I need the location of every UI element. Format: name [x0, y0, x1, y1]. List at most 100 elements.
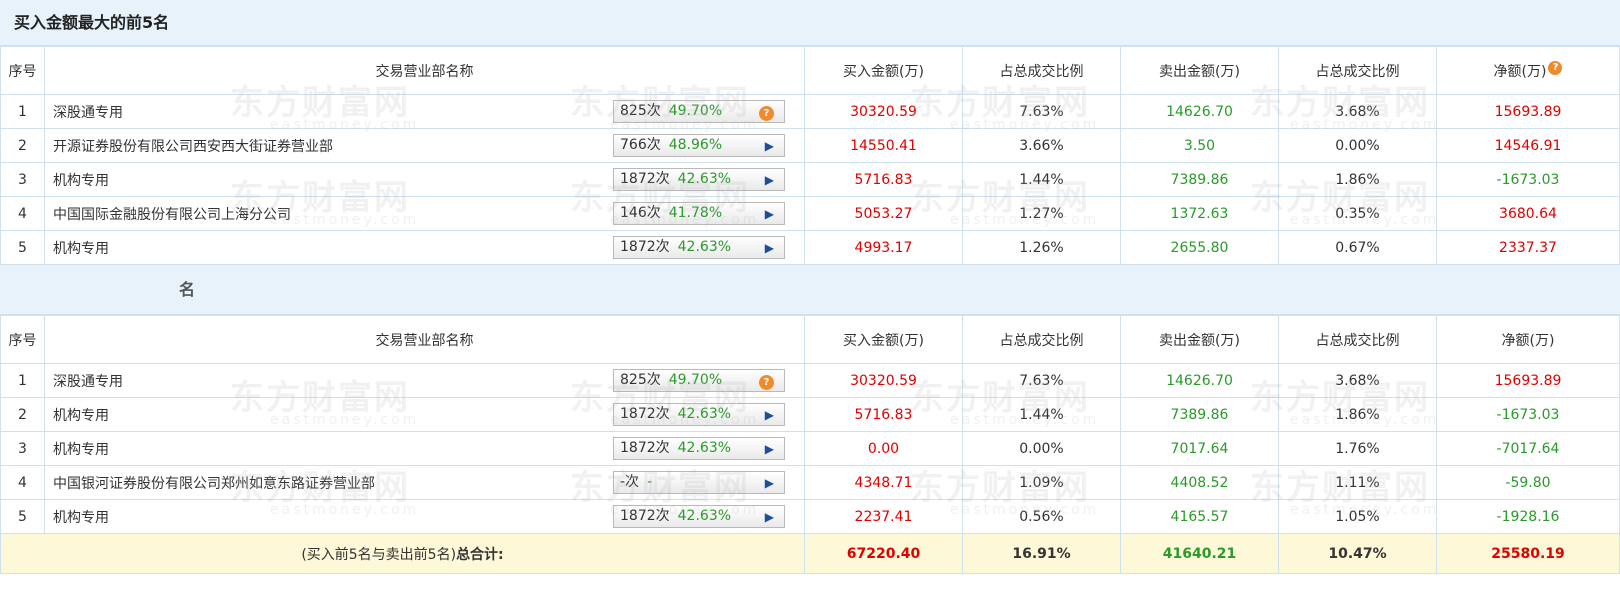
arrow-right-icon[interactable]: ▶ — [765, 205, 774, 223]
buy-amount: 30320.59 — [804, 94, 963, 129]
total-sell: 41640.21 — [1120, 533, 1279, 574]
trade-count-badge[interactable]: 1872次 42.63% ▶ — [613, 403, 785, 426]
table-row: 2 机构专用 1872次 42.63% ▶ 5716.83 1.44% 7389.86 1.86… — [0, 397, 1620, 432]
sell-amount: 7389.86 — [1120, 397, 1279, 432]
trade-count-badge[interactable]: -次 - ▶ — [613, 471, 785, 494]
branch-name[interactable]: 机构专用 — [53, 405, 109, 425]
section1-title: 买入金额最大的前5名 — [0, 0, 1620, 46]
branch-name[interactable]: 中国银河证券股份有限公司郑州如意东路证券营业部 — [53, 473, 375, 493]
total-buy-pct: 16.91% — [962, 533, 1121, 574]
question-icon[interactable]: ? — [1548, 60, 1563, 75]
row-index: 4 — [0, 465, 45, 500]
header-idx: 序号 — [0, 46, 45, 95]
branch-name-cell: 中国银河证券股份有限公司郑州如意东路证券营业部 -次 - ▶ — [44, 465, 805, 500]
table-row: 4 中国国际金融股份有限公司上海分公司 146次 41.78% ▶ 5053.27 1.27… — [0, 196, 1620, 231]
row-index: 5 — [0, 499, 45, 534]
arrow-right-icon[interactable]: ▶ — [765, 440, 774, 458]
buy-pct: 7.63% — [962, 363, 1121, 398]
win-rate: 49.70% — [668, 372, 723, 388]
win-rate: 42.63% — [677, 440, 732, 456]
trade-count: 825次 — [620, 103, 661, 119]
branch-name[interactable]: 开源证券股份有限公司西安西大街证券营业部 — [53, 136, 333, 156]
sell-amount: 1372.63 — [1120, 196, 1279, 231]
header-sell: 卖出金额(万) — [1120, 315, 1279, 364]
header-buy: 买入金额(万) — [804, 46, 963, 95]
row-index: 1 — [0, 363, 45, 398]
trade-count-badge[interactable]: 766次 48.96% ▶ — [613, 134, 785, 157]
branch-name[interactable]: 深股通专用 — [53, 371, 123, 391]
trade-count-badge[interactable]: 825次 49.70%? — [613, 100, 785, 123]
buy-amount: 5716.83 — [804, 397, 963, 432]
section2-table: 序号 交易营业部名称 买入金额(万) 占总成交比例 卖出金额(万) 占总成交比例… — [0, 315, 1620, 574]
trade-count: 146次 — [620, 205, 661, 221]
buy-pct: 1.09% — [962, 465, 1121, 500]
buy-pct: 1.44% — [962, 397, 1121, 432]
arrow-right-icon[interactable]: ▶ — [765, 406, 774, 424]
sell-pct: 1.05% — [1278, 499, 1437, 534]
trade-count-badge[interactable]: 1872次 42.63% ▶ — [613, 236, 785, 259]
branch-name-cell: 机构专用 1872次 42.63% ▶ — [44, 230, 805, 265]
buy-pct: 3.66% — [962, 128, 1121, 163]
win-rate: - — [647, 474, 653, 490]
trade-count: 1872次 — [620, 239, 670, 255]
net-amount: -59.80 — [1436, 465, 1620, 500]
branch-name[interactable]: 中国国际金融股份有限公司上海分公司 — [53, 204, 291, 224]
branch-name-cell: 机构专用 1872次 42.63% ▶ — [44, 431, 805, 466]
arrow-right-icon[interactable]: ▶ — [765, 474, 774, 492]
win-rate: 42.63% — [677, 406, 732, 422]
section1-table: 序号 交易营业部名称 买入金额(万) 占总成交比例 卖出金额(万) 占总成交比例… — [0, 46, 1620, 265]
section2-title: 名 — [0, 265, 1620, 315]
question-icon[interactable]: ? — [759, 372, 774, 390]
branch-name-cell: 机构专用 1872次 42.63% ▶ — [44, 397, 805, 432]
sell-amount: 7389.86 — [1120, 162, 1279, 197]
trade-count-badge[interactable]: 1872次 42.63% ▶ — [613, 168, 785, 191]
sell-amount: 14626.70 — [1120, 363, 1279, 398]
row-index: 3 — [0, 431, 45, 466]
trade-count-badge[interactable]: 825次 49.70%? — [613, 369, 785, 392]
buy-amount: 30320.59 — [804, 363, 963, 398]
arrow-right-icon[interactable]: ▶ — [765, 137, 774, 155]
trade-count: 1872次 — [620, 171, 670, 187]
arrow-right-icon[interactable]: ▶ — [765, 239, 774, 257]
trade-count-badge[interactable]: 146次 41.78% ▶ — [613, 202, 785, 225]
buy-pct: 0.56% — [962, 499, 1121, 534]
branch-name-cell: 中国国际金融股份有限公司上海分公司 146次 41.78% ▶ — [44, 196, 805, 231]
buy-amount: 2237.41 — [804, 499, 963, 534]
trade-count-badge[interactable]: 1872次 42.63% ▶ — [613, 437, 785, 460]
buy-pct: 0.00% — [962, 431, 1121, 466]
buy-amount: 4348.71 — [804, 465, 963, 500]
total-net: 25580.19 — [1436, 533, 1620, 574]
row-index: 3 — [0, 162, 45, 197]
trade-count: 825次 — [620, 372, 661, 388]
sell-pct: 1.76% — [1278, 431, 1437, 466]
table-header-row: 序号 交易营业部名称 买入金额(万) 占总成交比例 卖出金额(万) 占总成交比例… — [0, 46, 1620, 95]
table-row: 3 机构专用 1872次 42.63% ▶ 0.00 0.00% 7017.64 1.76% -7… — [0, 431, 1620, 466]
branch-name[interactable]: 机构专用 — [53, 507, 109, 527]
arrow-right-icon[interactable]: ▶ — [765, 508, 774, 526]
net-amount: 15693.89 — [1436, 363, 1620, 398]
branch-name-cell: 机构专用 1872次 42.63% ▶ — [44, 162, 805, 197]
branch-name-cell: 机构专用 1872次 42.63% ▶ — [44, 499, 805, 534]
sell-amount: 14626.70 — [1120, 94, 1279, 129]
sell-pct: 0.00% — [1278, 128, 1437, 163]
sell-pct: 1.86% — [1278, 162, 1437, 197]
sell-amount: 4165.57 — [1120, 499, 1279, 534]
win-rate: 41.78% — [668, 205, 723, 221]
arrow-right-icon[interactable]: ▶ — [765, 171, 774, 189]
row-index: 1 — [0, 94, 45, 129]
sell-pct: 0.35% — [1278, 196, 1437, 231]
buy-amount: 5716.83 — [804, 162, 963, 197]
branch-name[interactable]: 机构专用 — [53, 170, 109, 190]
buy-amount: 5053.27 — [804, 196, 963, 231]
question-icon[interactable]: ? — [759, 103, 774, 121]
trade-count-badge[interactable]: 1872次 42.63% ▶ — [613, 505, 785, 528]
branch-name[interactable]: 机构专用 — [53, 439, 109, 459]
win-rate: 49.70% — [668, 103, 723, 119]
table-row: 3 机构专用 1872次 42.63% ▶ 5716.83 1.44% 7389.86 1.86… — [0, 162, 1620, 197]
branch-name-cell: 深股通专用 825次 49.70%? — [44, 94, 805, 129]
win-rate: 42.63% — [677, 171, 732, 187]
buy-pct: 1.44% — [962, 162, 1121, 197]
branch-name[interactable]: 机构专用 — [53, 238, 109, 258]
branch-name[interactable]: 深股通专用 — [53, 102, 123, 122]
row-index: 2 — [0, 128, 45, 163]
